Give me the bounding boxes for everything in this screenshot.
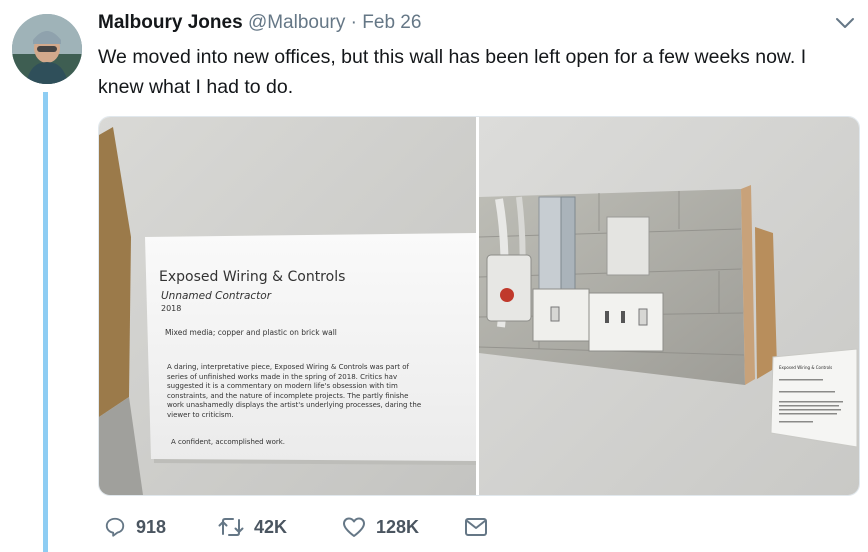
heart-icon <box>342 516 366 538</box>
placard-description-line: suggested it is a commentary on modern l… <box>167 382 398 391</box>
photo-placard[interactable]: Exposed Wiring & Controls Unnamed Contra… <box>99 117 476 495</box>
direct-message-button[interactable] <box>464 510 488 544</box>
placard-description: A daring, interpretative piece, Exposed … <box>167 363 476 421</box>
retweet-button[interactable]: 42K <box>218 510 287 544</box>
placard-artist: Unnamed Contractor <box>161 290 272 302</box>
thread-line <box>43 92 48 552</box>
tweet-media[interactable]: Exposed Wiring & Controls Unnamed Contra… <box>98 116 860 496</box>
placard-title: Exposed Wiring & Controls <box>159 269 346 285</box>
reply-icon <box>104 516 126 538</box>
envelope-icon <box>464 517 488 537</box>
placard-year: 2018 <box>161 304 182 313</box>
like-button[interactable]: 128K <box>342 510 419 544</box>
retweet-icon <box>218 516 244 538</box>
tweet-date[interactable]: Feb 26 <box>362 12 421 33</box>
retweet-count: 42K <box>254 516 288 537</box>
placard-description-line: A daring, interpretative piece, Exposed … <box>167 363 410 371</box>
photo-wall-opening[interactable]: Exposed Wiring & Controls <box>479 117 859 495</box>
placard-description-line: series of unfinished works made in the s… <box>167 372 398 381</box>
small-placard-text: Exposed Wiring & Controls <box>779 365 832 370</box>
placard-medium: Mixed media; copper and plastic on brick… <box>165 328 337 337</box>
like-count: 128K <box>376 516 420 537</box>
author-name[interactable]: Malboury Jones <box>98 12 243 33</box>
avatar[interactable] <box>12 14 82 84</box>
tweet-header: Malboury Jones @Malboury · Feb 26 <box>98 12 421 34</box>
placard-verdict: A confident, accomplished work. <box>171 438 286 446</box>
tweet-text: We moved into new offices, but this wall… <box>98 46 807 98</box>
separator-dot: · <box>350 12 357 33</box>
reply-count: 918 <box>136 516 167 537</box>
reply-button[interactable]: 918 <box>104 510 166 544</box>
placard-description-line: work unashamedly displays the artist's u… <box>167 401 422 410</box>
placard-description-line: constraints, and the nature of incomplet… <box>167 391 409 400</box>
author-handle[interactable]: @Malboury <box>248 12 345 33</box>
placard-description-line: viewer to criticism. <box>167 410 234 419</box>
chevron-down-icon[interactable] <box>834 14 856 32</box>
